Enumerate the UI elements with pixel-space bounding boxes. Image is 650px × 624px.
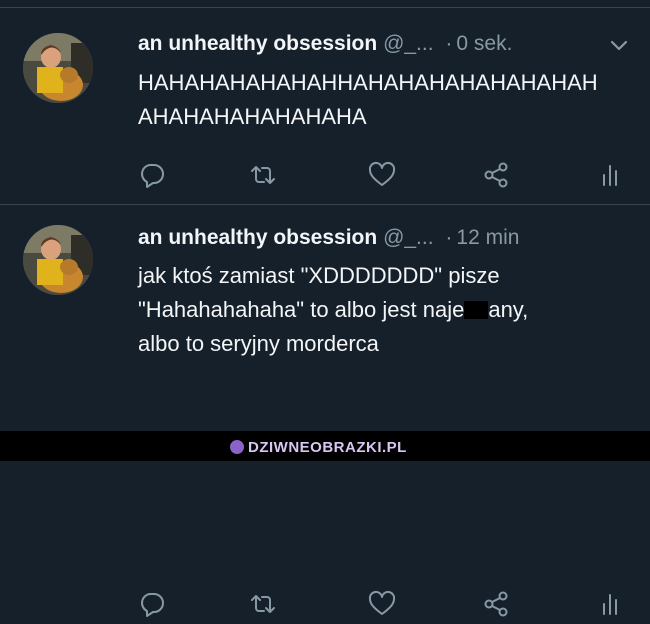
display-name[interactable]: an unhealthy obsession [138, 32, 377, 55]
share-icon[interactable] [481, 589, 511, 619]
like-icon[interactable] [367, 160, 397, 190]
tweet-actions [0, 589, 650, 619]
avatar[interactable] [23, 33, 93, 103]
separator-dot: · [445, 32, 453, 55]
tweet-text-line: "Hahahahahaha" to albo jest naje any, [138, 293, 528, 327]
tweet-text-line: jak ktoś zamiast "XDDDDDDD" pisze [138, 263, 500, 288]
tweet-header: an unhealthy obsession @_... · 0 sek. [138, 30, 512, 58]
retweet-icon[interactable] [248, 160, 278, 190]
tweet-text: jak ktoś zamiast "XDDDDDDD" pisze "Hahah… [138, 259, 528, 361]
analytics-icon[interactable] [596, 589, 626, 619]
tweet-text-line: HAHAHAHAHAHAHHAHAHAHAHAHAHAHAH [138, 70, 598, 95]
like-icon[interactable] [367, 589, 397, 619]
timestamp[interactable]: 12 min [456, 226, 519, 249]
watermark: DZIWNEOBRAZKI.PL [230, 439, 407, 456]
tweet-text-line: albo to seryjny morderca [138, 331, 379, 356]
watermark-bar: DZIWNEOBRAZKI.PL [0, 431, 650, 461]
analytics-icon[interactable] [596, 160, 626, 190]
reply-icon[interactable] [137, 160, 167, 190]
watermark-text: DZIWNEOBRAZKI.PL [248, 439, 407, 456]
handle[interactable]: @_... [383, 226, 434, 249]
display-name[interactable]: an unhealthy obsession [138, 226, 377, 249]
tweet-text-fragment: "Hahahahahaha" to albo jest naje [138, 297, 465, 322]
tweet-text: HAHAHAHAHAHAHHAHAHAHAHAHAHAHAH AHAHAHAHA… [138, 66, 598, 134]
handle[interactable]: @_... [383, 32, 434, 55]
retweet-icon[interactable] [248, 589, 278, 619]
censor-bar [464, 301, 489, 319]
timestamp[interactable]: 0 sek. [456, 32, 512, 55]
tweet-header: an unhealthy obsession @_... · 12 min [138, 224, 519, 252]
tweet-actions [0, 160, 650, 190]
tweet-text-fragment: any, [488, 297, 529, 322]
tweet-text-line: AHAHAHAHAHAHAHA [138, 104, 367, 129]
brand-logo-icon [230, 440, 244, 454]
reply-icon[interactable] [137, 589, 167, 619]
share-icon[interactable] [481, 160, 511, 190]
separator-dot: · [445, 226, 453, 249]
chevron-down-icon[interactable] [609, 39, 629, 53]
avatar[interactable] [23, 225, 93, 295]
